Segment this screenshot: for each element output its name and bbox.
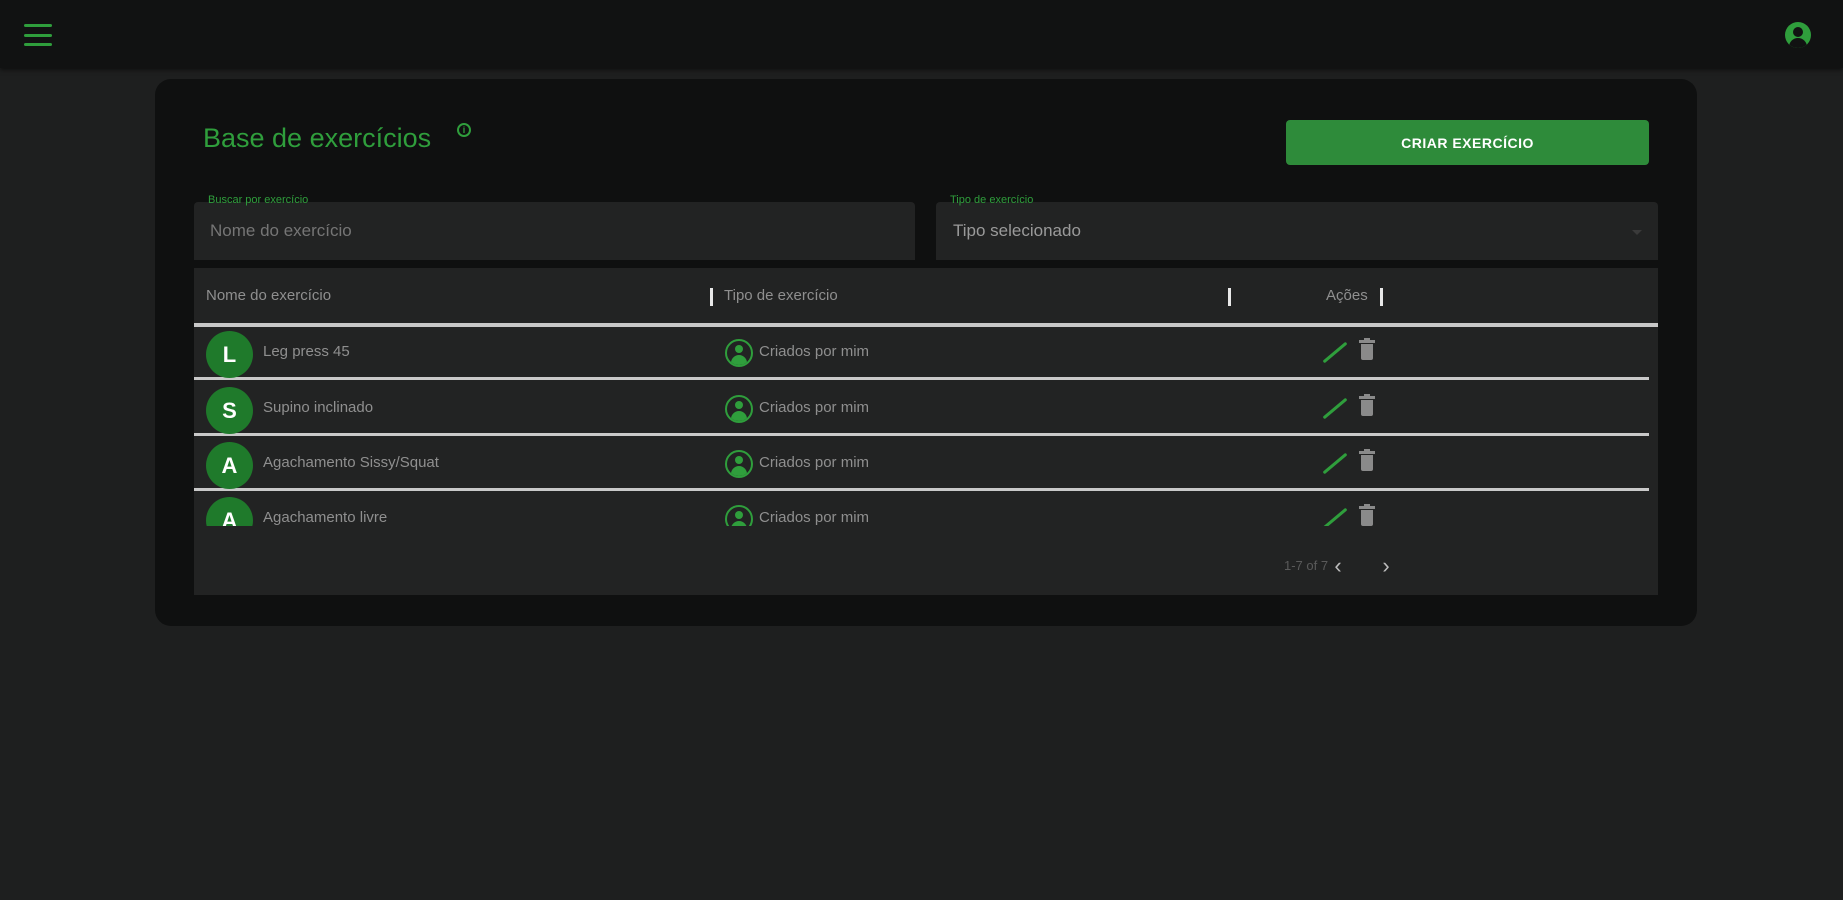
search-exercise-input[interactable] [194,202,915,260]
exercise-type: Criados por mim [759,509,870,526]
exercise-type: Criados por mim [759,399,870,416]
table-row[interactable]: S Supino inclinado Criados por mim [194,383,1649,436]
delete-icon[interactable] [1359,338,1375,362]
table-row[interactable]: L Leg press 45 Criados por mim [194,327,1649,380]
edit-icon[interactable] [1318,450,1350,476]
edit-icon[interactable] [1318,395,1350,421]
avatar: L [206,331,253,378]
edit-icon[interactable] [1318,505,1350,526]
exercise-name: Supino inclinado [263,399,374,416]
exercise-name: Agachamento Sissy/Squat [263,454,439,471]
person-icon [725,339,753,367]
menu-icon[interactable] [24,24,52,46]
person-icon [725,395,753,423]
delete-icon[interactable] [1359,449,1375,473]
exercise-base-card: Base de exercícios i CRIAR EXERCÍCIO Bus… [155,79,1697,626]
page-title: Base de exercícios [203,123,432,153]
table-row[interactable]: A Agachamento Sissy/Squat Criados por mi… [194,438,1649,491]
create-exercise-button[interactable]: CRIAR EXERCÍCIO [1286,120,1649,165]
column-header-type[interactable]: Tipo de exercício [724,287,838,304]
pagination: 1-7 of 7 ‹ › [194,546,1658,586]
table-row[interactable]: A Agachamento livre Criados por mim [194,493,1649,526]
exercise-type-label: Tipo de exercício [950,194,1034,206]
edit-icon[interactable] [1318,339,1350,365]
column-resize-handle[interactable] [710,288,713,306]
page-range-info: 1-7 of 7 [1284,558,1329,573]
exercise-type-value: Tipo selecionado [953,221,1081,240]
table-header: Nome do exercício Tipo de exercício Açõe… [194,268,1658,327]
exercise-type-select[interactable]: Tipo de exercício Tipo selecionado [936,194,1658,260]
exercise-name: Agachamento livre [263,509,388,526]
exercise-type: Criados por mim [759,343,870,360]
chevron-left-icon[interactable]: ‹ [1324,552,1352,580]
avatar: A [206,497,253,526]
info-icon[interactable]: i [457,123,471,137]
person-icon [725,450,753,478]
exercise-type: Criados por mim [759,454,870,471]
avatar: S [206,387,253,434]
person-icon [725,505,753,526]
column-header-actions[interactable]: Ações [1326,287,1368,304]
exercise-name-label: Buscar por exercício [208,194,309,206]
exercise-name-field: Buscar por exercício [194,194,915,260]
column-resize-handle[interactable] [1228,288,1231,306]
exercise-name: Leg press 45 [263,343,350,360]
column-header-name[interactable]: Nome do exercício [206,287,331,304]
delete-icon[interactable] [1359,394,1375,418]
top-app-bar [0,0,1843,68]
dropdown-arrow-icon[interactable] [1632,230,1642,235]
exercise-table: Nome do exercício Tipo de exercício Açõe… [194,268,1658,595]
column-resize-handle[interactable] [1380,288,1383,306]
avatar: A [206,442,253,489]
chevron-right-icon[interactable]: › [1372,552,1400,580]
delete-icon[interactable] [1359,504,1375,526]
account-circle-icon[interactable] [1785,22,1811,48]
